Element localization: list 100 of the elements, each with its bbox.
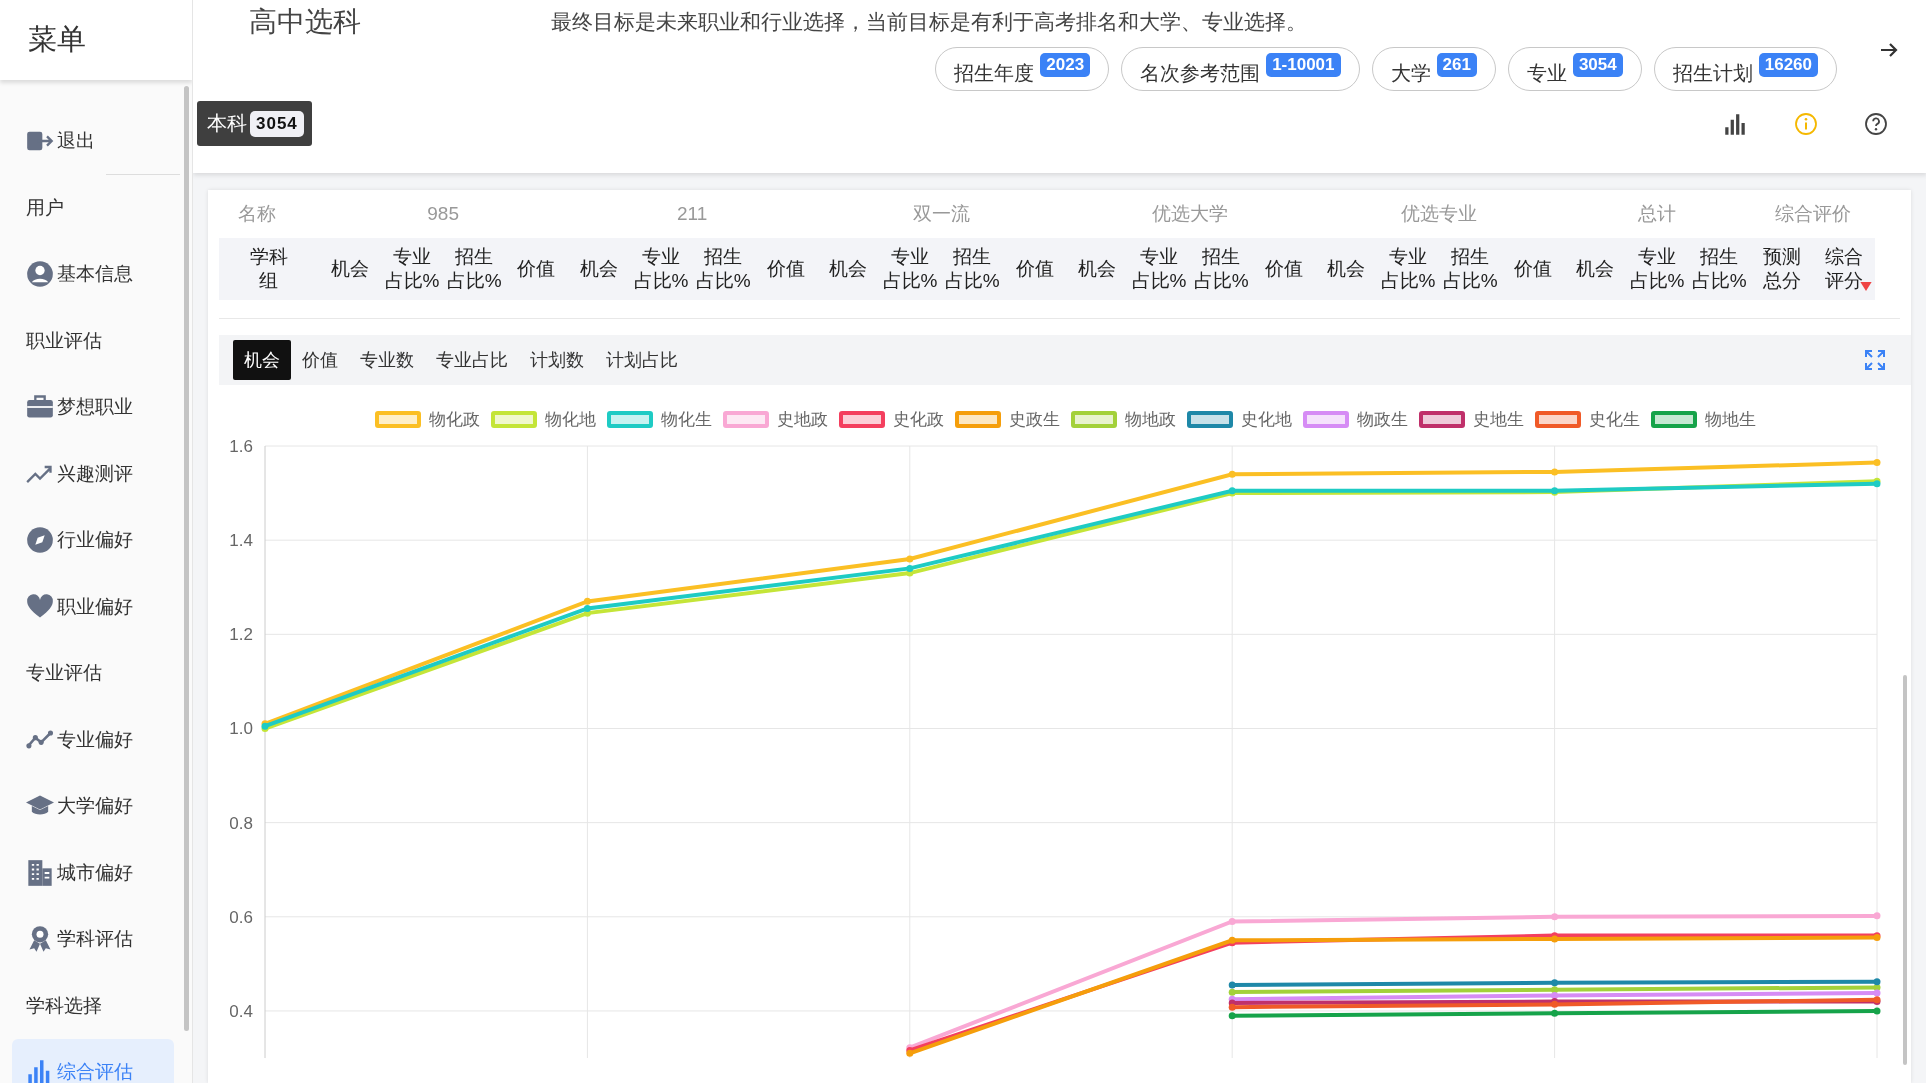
column-header[interactable]: 机会 xyxy=(828,257,867,281)
column-header[interactable]: 价值 xyxy=(1264,257,1303,281)
scrollbar[interactable] xyxy=(1903,675,1907,1065)
column-group-header: 名称 xyxy=(219,190,319,238)
column-header[interactable]: 专业占比% xyxy=(1629,245,1686,293)
column-header[interactable]: 招生占比% xyxy=(944,245,1001,293)
menu-item[interactable]: 行业偏好 xyxy=(12,507,174,574)
column-group-header: 211 xyxy=(567,190,817,238)
column-header[interactable]: 预测总分 xyxy=(1753,245,1810,293)
legend-label: 史化生 xyxy=(1589,408,1640,431)
legend-swatch xyxy=(1187,410,1233,428)
legend-item[interactable]: 史地政 xyxy=(723,402,828,436)
compass-icon xyxy=(26,526,54,555)
point xyxy=(1228,1003,1236,1011)
legend-swatch xyxy=(491,410,537,428)
legend-item[interactable]: 物地政 xyxy=(1071,402,1176,436)
column-header[interactable]: 专业占比% xyxy=(632,245,689,293)
column-header[interactable]: 招生占比% xyxy=(1691,245,1748,293)
user-icon xyxy=(26,260,54,289)
point xyxy=(1228,981,1236,989)
chart-tab[interactable]: 机会 xyxy=(233,340,291,380)
column-group-header: 双一流 xyxy=(816,190,1066,238)
chart-tab[interactable]: 价值 xyxy=(291,340,349,380)
help-icon[interactable] xyxy=(1864,111,1888,136)
column-header[interactable]: 机会 xyxy=(1077,257,1116,281)
column-group-header: 优选大学 xyxy=(1065,190,1315,238)
column-header[interactable]: 招生占比% xyxy=(695,245,752,293)
column-header[interactable]: 机会 xyxy=(1326,257,1365,281)
menu-item[interactable]: 学科评估 xyxy=(12,906,174,973)
scrollbar[interactable] xyxy=(184,86,189,1031)
axis-tick-label: 0.8 xyxy=(229,813,253,833)
menu-item[interactable]: 职业偏好 xyxy=(12,573,174,640)
legend-swatch xyxy=(955,410,1001,428)
point xyxy=(1551,979,1559,987)
point xyxy=(1873,989,1881,997)
column-header[interactable]: 机会 xyxy=(1575,257,1614,281)
menu-item[interactable]: 大学偏好 xyxy=(12,773,174,840)
count-badge: 3054 xyxy=(1572,53,1623,77)
menu-title: 菜单 xyxy=(28,22,86,57)
legend-item[interactable]: 史地生 xyxy=(1419,402,1524,436)
column-header[interactable]: 价值 xyxy=(1015,257,1054,281)
chart-tab[interactable]: 计划占比 xyxy=(595,340,689,380)
legend-item[interactable]: 物化生 xyxy=(607,402,712,436)
axis-tick-label: 1.2 xyxy=(229,625,253,645)
point xyxy=(1551,913,1559,921)
column-header[interactable]: 机会 xyxy=(330,257,369,281)
legend-item[interactable]: 物化政 xyxy=(375,402,480,436)
menu-item[interactable]: 城市偏好 xyxy=(12,839,174,906)
column-header[interactable]: 招生占比% xyxy=(1442,245,1499,293)
info-icon[interactable] xyxy=(1794,111,1818,136)
column-header[interactable]: 机会 xyxy=(579,257,618,281)
legend-label: 物政生 xyxy=(1357,408,1408,431)
column-group-header: 综合评价 xyxy=(1750,190,1875,238)
column-header[interactable]: 专业占比% xyxy=(1380,245,1437,293)
point xyxy=(1551,468,1559,476)
chart-tab[interactable]: 专业数 xyxy=(349,340,425,380)
legend-item[interactable]: 史化地 xyxy=(1187,402,1292,436)
chart-tab[interactable]: 计划数 xyxy=(519,340,595,380)
axis-tick-label: 0.4 xyxy=(229,1001,253,1021)
menu-item[interactable]: 专业偏好 xyxy=(12,706,174,773)
point xyxy=(1551,986,1559,994)
menu-item[interactable]: 退出 xyxy=(12,108,174,175)
point xyxy=(1228,1012,1236,1020)
sort-descending-icon[interactable] xyxy=(1860,282,1872,291)
legend-label: 物地政 xyxy=(1125,408,1176,431)
fullscreen-icon[interactable] xyxy=(1863,348,1887,372)
legend-item[interactable]: 史政生 xyxy=(955,402,1060,436)
legend-swatch xyxy=(1651,410,1697,428)
legend-swatch xyxy=(375,410,421,428)
column-header[interactable]: 学科组 xyxy=(240,245,297,293)
axis-tick-label: 1.0 xyxy=(229,719,253,739)
column-header[interactable]: 价值 xyxy=(1513,257,1552,281)
level-tag[interactable]: 本科 3054 xyxy=(197,101,312,146)
building-icon xyxy=(26,858,54,887)
legend-item[interactable]: 物地生 xyxy=(1651,402,1756,436)
count-badge: 2023 xyxy=(1040,53,1091,77)
menu-section-label: 用户 xyxy=(25,195,65,220)
count-badge: 261 xyxy=(1436,53,1477,77)
count-badge: 16260 xyxy=(1758,53,1818,77)
legend-swatch xyxy=(1419,410,1465,428)
chart-tab[interactable]: 专业占比 xyxy=(425,340,519,380)
menu-section-label: 学科选择 xyxy=(25,993,103,1018)
menu-item[interactable]: 基本信息 xyxy=(12,241,174,308)
column-header[interactable]: 价值 xyxy=(766,257,805,281)
legend-item[interactable]: 史化政 xyxy=(839,402,944,436)
legend-item[interactable]: 物政生 xyxy=(1303,402,1408,436)
column-header[interactable]: 招生占比% xyxy=(446,245,503,293)
legend-swatch xyxy=(1303,410,1349,428)
column-header[interactable]: 综合评分 xyxy=(1815,245,1872,293)
legend-item[interactable]: 史化生 xyxy=(1535,402,1640,436)
column-header[interactable]: 专业占比% xyxy=(1131,245,1188,293)
column-header[interactable]: 招生占比% xyxy=(1193,245,1250,293)
menu-item[interactable]: 兴趣测评 xyxy=(12,440,174,507)
legend-item[interactable]: 物化地 xyxy=(491,402,596,436)
column-header[interactable]: 专业占比% xyxy=(383,245,440,293)
menu-item[interactable]: 梦想职业 xyxy=(12,374,174,441)
legend-label: 史化政 xyxy=(893,408,944,431)
column-group-header: 总计 xyxy=(1563,190,1751,238)
column-header[interactable]: 专业占比% xyxy=(882,245,939,293)
column-header[interactable]: 价值 xyxy=(517,257,556,281)
